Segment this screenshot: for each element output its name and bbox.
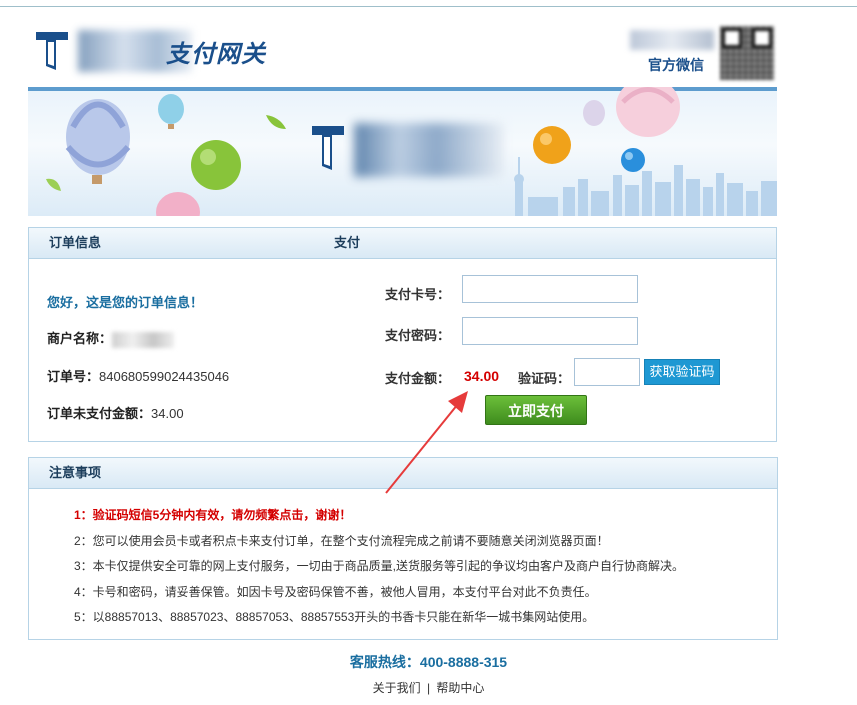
blue-ball-icon bbox=[621, 148, 645, 172]
help-center-link[interactable]: 帮助中心 bbox=[436, 681, 484, 695]
pay-now-button[interactable]: 立即支付 bbox=[485, 395, 587, 425]
order-greeting: 您好，这是您的订单信息！ bbox=[47, 295, 204, 310]
faded-balloon-icon bbox=[583, 100, 605, 126]
order-no-value: 840680599024435046 bbox=[99, 369, 230, 384]
notice-item: 4：卡号和密码，请妥善保管。如因卡号及密码保管不善，被他人冒用，本支付平台对此不… bbox=[74, 584, 597, 599]
notice-item: 3：本卡仅提供安全可靠的网上支付服务，一切由于商品质量,送货服务等引起的争议均由… bbox=[74, 559, 685, 573]
city-skyline bbox=[514, 157, 777, 216]
order-info-panel: 订单信息 您好，这是您的订单信息！ 商户名称： 订单号：840680599024… bbox=[28, 227, 316, 442]
banner-card-logo-icon bbox=[312, 126, 344, 170]
gateway-title: 支付网关 bbox=[166, 41, 266, 68]
annotation-arrow-icon bbox=[385, 391, 468, 494]
qr-code-icon bbox=[720, 26, 774, 80]
footer-links: 关于我们 | 帮助中心 bbox=[0, 679, 857, 696]
captcha-label: 验证码： bbox=[518, 371, 571, 386]
leaf-icon-2 bbox=[46, 178, 61, 191]
footer-separator: | bbox=[426, 681, 431, 695]
captcha-input[interactable] bbox=[574, 358, 640, 386]
banner-logo-redacted bbox=[354, 123, 504, 177]
card-logo-icon bbox=[36, 32, 68, 70]
orange-ball-icon bbox=[533, 126, 571, 164]
payment-amount: 34.00 bbox=[464, 368, 500, 384]
site-logo[interactable]: 支付网关 bbox=[34, 28, 274, 76]
leaf-icon bbox=[266, 115, 286, 129]
payment-title: 支付 bbox=[314, 228, 776, 259]
wechat-label[interactable]: 官方微信 bbox=[648, 55, 704, 75]
top-divider bbox=[0, 6, 857, 7]
password-input[interactable] bbox=[462, 317, 638, 345]
green-ball-icon bbox=[191, 140, 241, 190]
order-no-label: 订单号： bbox=[47, 369, 100, 384]
notice-item: 1：验证码短信5分钟内有效，请勿频繁点击，谢谢！ bbox=[74, 508, 352, 522]
hot-air-balloon-icon bbox=[65, 99, 131, 184]
password-label: 支付密码： bbox=[385, 328, 451, 343]
banner bbox=[28, 87, 777, 216]
card-no-label: 支付卡号： bbox=[385, 287, 451, 302]
unpaid-amount: 34.00 bbox=[151, 406, 184, 421]
order-info-title: 订单信息 bbox=[29, 228, 315, 259]
notice-item: 5：以88857013、88857023、88857053、88857553开头… bbox=[74, 610, 595, 624]
notice-item: 2：您可以使用会员卡或者积点卡来支付订单，在整个支付流程完成之前请不要随意关闭浏… bbox=[74, 533, 609, 548]
wechat-redacted bbox=[630, 30, 714, 50]
get-code-button[interactable]: 获取验证码 bbox=[644, 359, 720, 385]
about-us-link[interactable]: 关于我们 bbox=[373, 681, 421, 695]
pink-balloon-right-icon bbox=[616, 87, 680, 137]
pink-balloon-icon bbox=[156, 192, 200, 216]
merchant-label: 商户名称： bbox=[47, 331, 113, 346]
merchant-name-redacted bbox=[112, 331, 175, 348]
card-no-input[interactable] bbox=[462, 275, 638, 303]
notice-list: 1：验证码短信5分钟内有效，请勿频繁点击，谢谢！ 2：您可以使用会员卡或者积点卡… bbox=[74, 503, 684, 631]
order-no-row: 订单号：840680599024435046 bbox=[47, 366, 229, 385]
unpaid-row: 订单未支付金额：34.00 bbox=[47, 403, 184, 422]
service-hotline: 客服热线：400-8888-315 bbox=[349, 654, 508, 670]
merchant-row: 商户名称： bbox=[47, 328, 175, 348]
small-balloon-icon bbox=[158, 94, 184, 129]
unpaid-label: 订单未支付金额： bbox=[47, 406, 152, 421]
